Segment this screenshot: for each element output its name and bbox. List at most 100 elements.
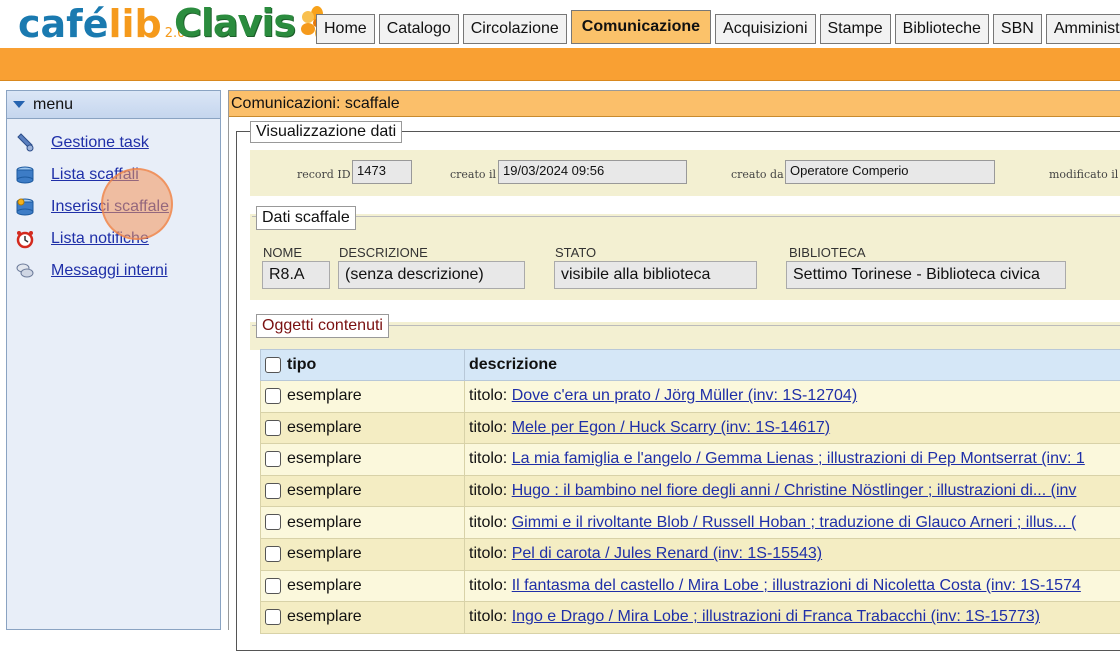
row-checkbox[interactable] [265,420,281,436]
stato-label: STATO [555,245,596,260]
titolo-link[interactable]: Dove c'era un prato / Jörg Müller (inv: … [512,387,857,404]
tipo-text: esemplare [287,387,362,404]
select-all-checkbox[interactable] [265,357,281,373]
titolo-link[interactable]: Gimmi e il rivoltante Blob / Russell Hob… [512,514,1077,531]
clavis-logo: Clavis [174,0,335,46]
row-checkbox[interactable] [265,514,281,530]
oggetti-table: tipo descrizione esemplaretitolo: Dove c… [260,349,1120,634]
sidebar-menu: Gestione task Lista scaffali Inserisci sca… [7,119,220,287]
sidebar-title: menu [33,96,73,114]
nav-tab-1[interactable]: Catalogo [379,14,459,44]
dati-scaffale-rule [252,216,1120,217]
row-checkbox[interactable] [265,451,281,467]
table-row: esemplare titolo: Dove c'era un prato / J… [261,381,1120,413]
stato-value: visibile alla biblioteca [554,261,757,289]
record-id-value: 1473 [352,160,412,184]
cell-descrizione: titolo: Pel di carota / Jules Renard (in… [465,538,1120,570]
cell-tipo: esemplare [261,538,465,570]
nav-tab-6[interactable]: Biblioteche [895,14,989,44]
sidebar-item-messaggi-interni[interactable]: Messaggi interni [7,255,220,287]
oggetti-legend: Oggetti contenuti [256,314,389,338]
titolo-prefix: titolo: [469,514,507,531]
sidebar-item-gestione-task[interactable]: Gestione task [7,127,220,159]
cell-descrizione: titolo: Hugo : il bambino nel fiore degl… [465,475,1120,507]
descrizione-value: (senza descrizione) [338,261,525,289]
dati-scaffale-legend: Dati scaffale [256,206,356,230]
creato-da-label: creato da [731,168,784,181]
nav-tab-8[interactable]: Amministr [1046,14,1120,44]
cell-tipo: esemplare [261,475,465,507]
cell-tipo: esemplare [261,507,465,539]
row-checkbox[interactable] [265,578,281,594]
creato-da-value: Operatore Comperio [785,160,995,184]
sidebar-link[interactable]: Messaggi interni [51,262,168,280]
column-descrizione-label: descrizione [469,356,557,373]
sidebar-link[interactable]: Gestione task [51,134,149,152]
titolo-link[interactable]: La mia famiglia e l'angelo / Gemma Liena… [512,450,1085,467]
biblioteca-label: BIBLIOTECA [789,245,866,260]
sidebar-header[interactable]: menu [7,91,220,119]
cell-tipo: esemplare [261,381,465,413]
nome-label: NOME [263,245,302,260]
titolo-link[interactable]: Pel di carota / Jules Renard (inv: 1S-15… [512,545,822,562]
nav-tab-4[interactable]: Acquisizioni [715,14,815,44]
sidebar-link[interactable]: Lista notifiche [51,230,149,248]
biblioteca-value: Settimo Torinese - Biblioteca civica [786,261,1066,289]
table-row: esemplaretitolo: Mele per Egon / Huck Sc… [261,412,1120,444]
table-row: esemplare titolo: Il fantasma del castell… [261,570,1120,602]
logo-cafe-text: café [18,2,108,46]
creato-il-label: creato il [450,168,496,181]
tasks-icon [15,133,35,153]
titolo-link[interactable]: Il fantasma del castello / Mira Lobe ; i… [512,577,1081,594]
logo-clavis-text: Clavis [174,1,295,45]
nav-tab-5[interactable]: Stampe [820,14,891,44]
main-nav: HomeCatalogoCircolazioneComunicazioneAcq… [316,14,1120,44]
visualizzazione-legend: Visualizzazione dati [250,121,402,143]
titolo-link[interactable]: Hugo : il bambino nel fiore degli anni /… [512,482,1077,499]
titolo-prefix: titolo: [469,387,507,404]
row-checkbox[interactable] [265,609,281,625]
messages-icon [15,261,35,281]
tipo-text: esemplare [287,514,362,531]
cell-tipo: esemplare [261,570,465,602]
tipo-text: esemplare [287,577,362,594]
cell-tipo: esemplare [261,444,465,476]
descrizione-label: DESCRIZIONE [339,245,428,260]
sidebar-item-inserisci-scaffale[interactable]: Inserisci scaffale [7,191,220,223]
column-header-tipo: tipo [261,350,465,381]
titolo-prefix: titolo: [469,577,507,594]
titolo-link[interactable]: Mele per Egon / Huck Scarry (inv: 1S-146… [512,419,830,436]
titolo-prefix: titolo: [469,608,507,625]
sidebar: menu Gestione task Lista scaffali Inserisc… [6,90,221,630]
app-header: café lib 2.0 Clavis HomeCatalogoCircolaz… [0,0,1120,48]
nav-tab-2[interactable]: Circolazione [463,14,567,44]
row-checkbox[interactable] [265,546,281,562]
column-tipo-label: tipo [287,356,316,373]
cafelib-logo: café lib 2.0 [18,2,185,46]
titolo-prefix: titolo: [469,450,507,467]
logo-lib-text: lib [108,2,161,46]
alarm-clock-icon [15,229,35,249]
row-checkbox[interactable] [265,483,281,499]
sidebar-item-lista-notifiche[interactable]: Lista notifiche [7,223,220,255]
page-title: Comunicazioni: scaffale [229,91,1120,117]
sidebar-item-lista-scaffali[interactable]: Lista scaffali [7,159,220,191]
titolo-prefix: titolo: [469,482,507,499]
cell-tipo: esemplare [261,412,465,444]
cell-tipo: esemplare [261,602,465,634]
tipo-text: esemplare [287,482,362,499]
sidebar-link[interactable]: Inserisci scaffale [51,198,169,216]
record-id-label: record ID [297,168,351,181]
orange-toolbar [0,48,1120,81]
nav-tab-3[interactable]: Comunicazione [571,10,711,44]
table-row: esemplare titolo: Hugo : il bambino nel f… [261,475,1120,507]
titolo-link[interactable]: Ingo e Drago / Mira Lobe ; illustrazioni… [512,608,1040,625]
creato-il-value: 19/03/2024 09:56 [498,160,687,184]
row-checkbox[interactable] [265,388,281,404]
table-row: esemplaretitolo: Pel di carota / Jules R… [261,538,1120,570]
cell-descrizione: titolo: Mele per Egon / Huck Scarry (inv… [465,412,1120,444]
nav-tab-7[interactable]: SBN [993,14,1042,44]
sidebar-link[interactable]: Lista scaffali [51,166,139,184]
titolo-prefix: titolo: [469,419,507,436]
nav-tab-0[interactable]: Home [316,14,375,44]
